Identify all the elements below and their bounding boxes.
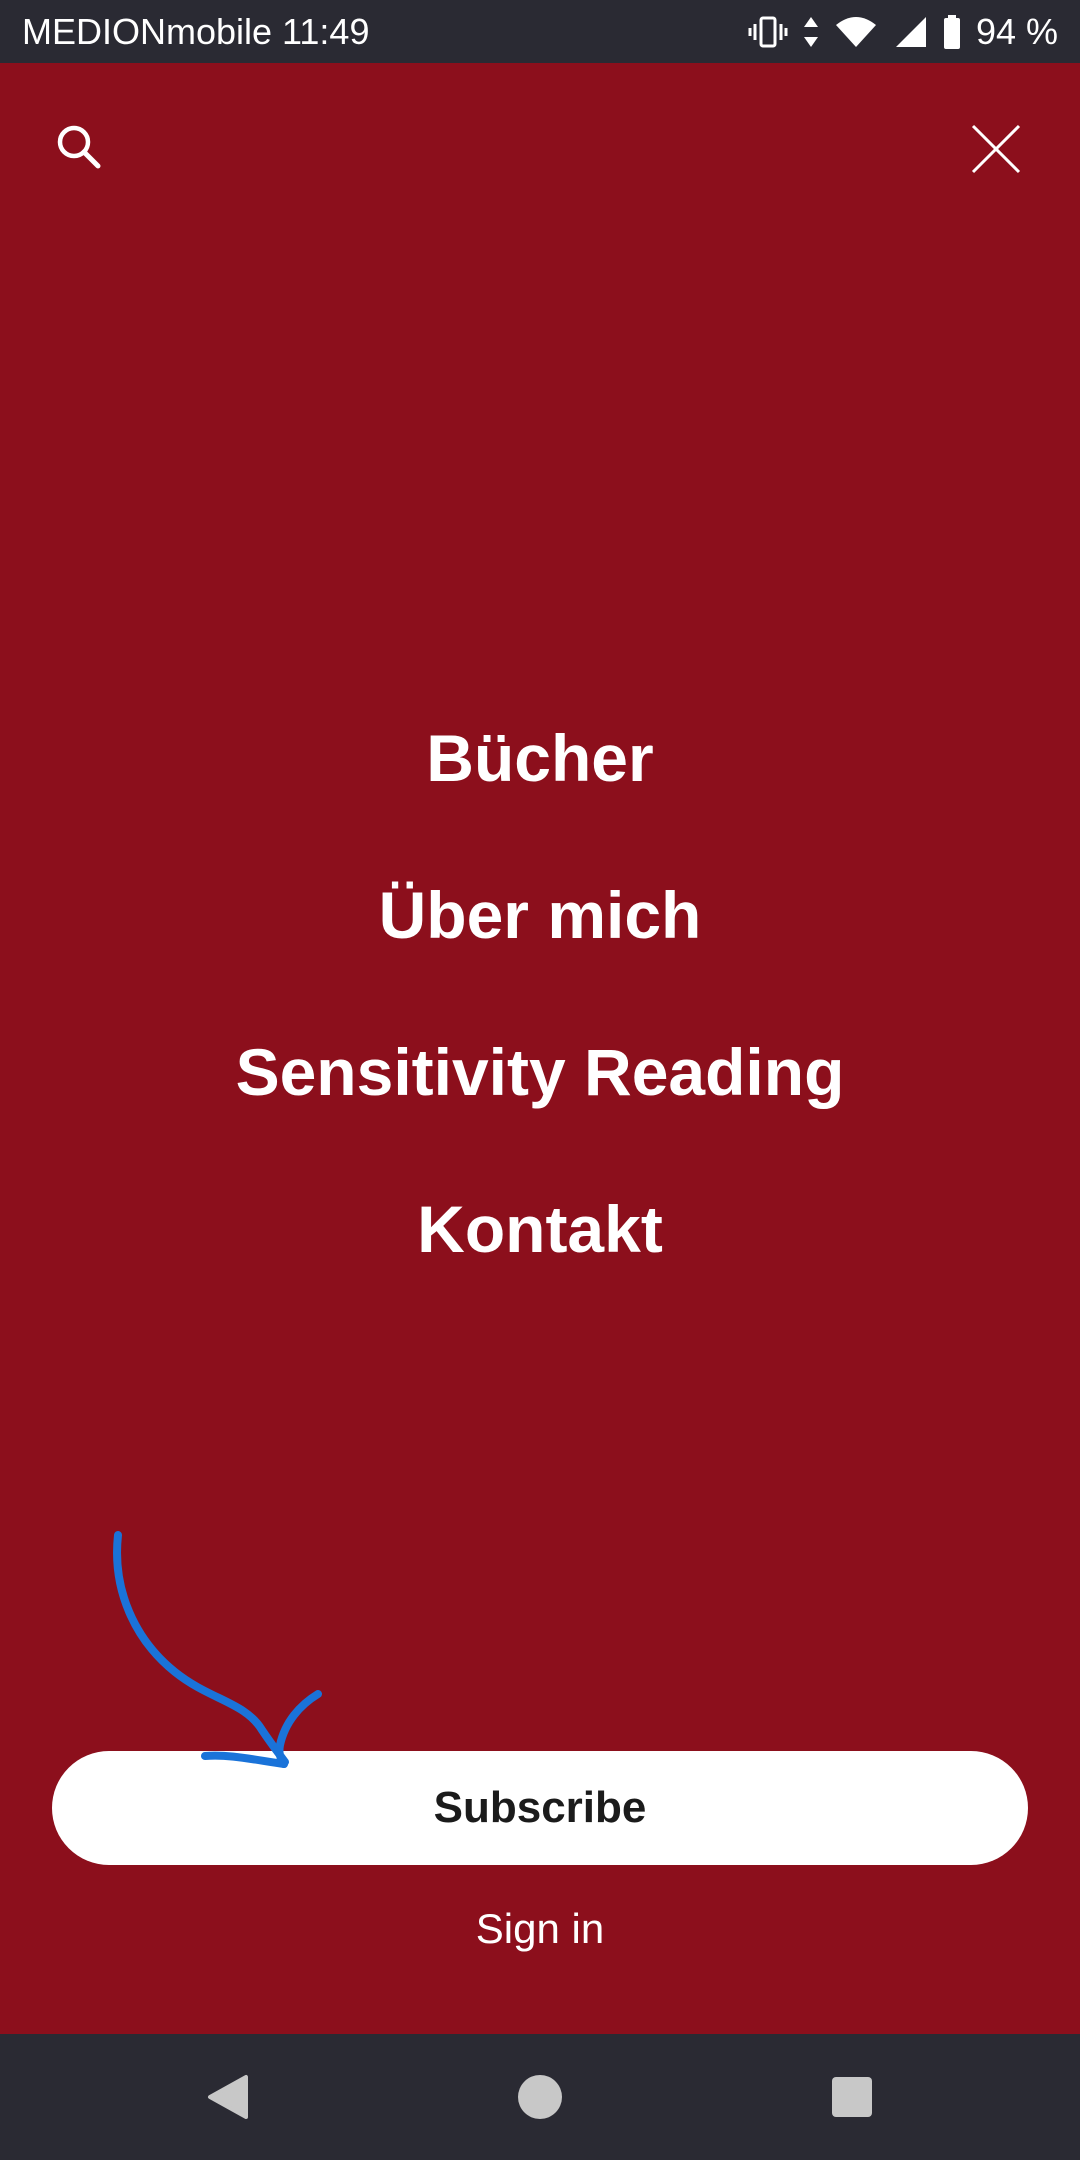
status-bar: MEDIONmobile 11:49 94 % — [0, 0, 1080, 63]
back-icon — [208, 2075, 248, 2119]
wifi-icon — [834, 15, 878, 49]
vibrate-icon — [748, 15, 788, 49]
recents-button[interactable] — [789, 2034, 915, 2160]
data-arrows-icon — [802, 15, 820, 49]
recents-icon — [832, 2077, 872, 2117]
sign-in-link[interactable]: Sign in — [0, 1905, 1080, 1953]
home-button[interactable] — [477, 2034, 603, 2160]
battery-percent: 94 % — [975, 10, 1058, 52]
menu-item-kontakt[interactable]: Kontakt — [417, 1151, 663, 1308]
close-icon — [971, 124, 1021, 174]
menu-item-sensitivity-reading[interactable]: Sensitivity Reading — [236, 994, 845, 1151]
menu-overlay-screen: MEDIONmobile 11:49 94 % Bücher Über mich… — [0, 0, 1080, 2160]
search-button[interactable] — [50, 118, 108, 176]
close-button[interactable] — [965, 118, 1027, 180]
menu-item-buecher[interactable]: Bücher — [426, 680, 653, 837]
status-left: MEDIONmobile 11:49 — [22, 11, 369, 53]
status-right: 94 % — [748, 11, 1058, 53]
menu-item-ueber-mich[interactable]: Über mich — [379, 837, 702, 994]
back-button[interactable] — [165, 2034, 291, 2160]
search-icon — [57, 125, 101, 169]
main-menu: Bücher Über mich Sensitivity Reading Kon… — [0, 680, 1080, 1308]
subscribe-button[interactable]: Subscribe — [52, 1751, 1028, 1865]
battery-icon — [942, 14, 962, 50]
home-icon — [518, 2075, 562, 2119]
signal-icon — [892, 15, 928, 49]
navigation-bar — [0, 2034, 1080, 2160]
carrier-time: MEDIONmobile 11:49 — [22, 10, 370, 52]
